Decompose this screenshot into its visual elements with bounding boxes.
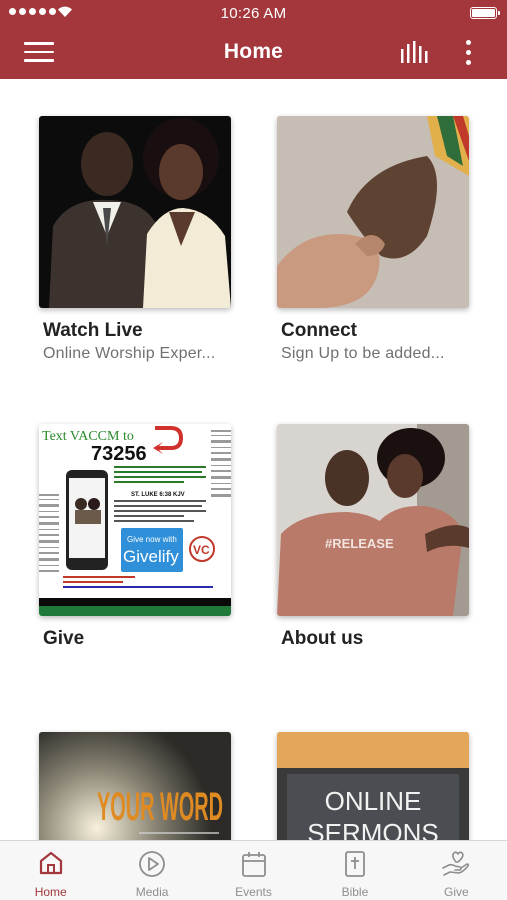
tile-watch-live[interactable]: Watch Live Online Worship Exper... bbox=[39, 116, 233, 363]
online-sermons-line2: SERMONS bbox=[307, 818, 438, 840]
tile-title: Give bbox=[43, 628, 85, 649]
tile-about-us[interactable]: #RELEASE About us bbox=[277, 424, 471, 653]
flyer-brand: Givelify bbox=[123, 547, 179, 566]
tile-give[interactable]: Text VACCM to 73256 ST. LUKE 6:38 KJV Gi… bbox=[39, 424, 233, 653]
your-word-image: YOUR WORD bbox=[39, 732, 231, 840]
tile-online-sermons[interactable]: ONLINE SERMONS bbox=[277, 732, 471, 840]
tab-bible[interactable]: Bible bbox=[304, 841, 405, 900]
tile-subtitle: Sign Up to be added... bbox=[281, 345, 445, 362]
flyer-number: 73256 bbox=[91, 443, 147, 465]
app-screen: 10:26 AM Home Watch Live Online Worship … bbox=[0, 0, 507, 900]
nav-bar: Home bbox=[0, 26, 507, 79]
status-time: 10:26 AM bbox=[220, 5, 287, 22]
tab-label: Home bbox=[34, 885, 67, 899]
connect-image bbox=[277, 116, 469, 308]
tab-give[interactable]: Give bbox=[406, 841, 507, 900]
tab-home[interactable]: Home bbox=[0, 841, 101, 900]
watch-live-image bbox=[39, 116, 231, 308]
tab-label: Media bbox=[135, 885, 169, 899]
online-sermons-image: ONLINE SERMONS bbox=[277, 732, 469, 840]
shirt-text: #RELEASE bbox=[325, 536, 394, 551]
battery-icon bbox=[470, 7, 500, 19]
tab-label: Events bbox=[235, 885, 272, 899]
home-icon bbox=[39, 851, 62, 875]
flyer-button-label: Give now with bbox=[127, 535, 177, 544]
tab-events[interactable]: Events bbox=[203, 841, 304, 900]
tab-bar: Home Media Events Bible Give bbox=[0, 840, 507, 900]
tab-media[interactable]: Media bbox=[101, 841, 202, 900]
bible-icon bbox=[345, 851, 365, 877]
give-hand-icon bbox=[442, 851, 470, 876]
tile-subtitle: Online Worship Exper... bbox=[43, 345, 216, 362]
tile-title: Watch Live bbox=[43, 320, 143, 341]
give-flyer-image: Text VACCM to 73256 ST. LUKE 6:38 KJV Gi… bbox=[39, 424, 231, 616]
home-grid: Watch Live Online Worship Exper... Conne… bbox=[0, 79, 507, 840]
calendar-icon bbox=[241, 852, 266, 877]
your-word-text: YOUR WORD bbox=[97, 785, 223, 829]
flyer-logo: VC bbox=[193, 543, 210, 557]
about-us-image: #RELEASE bbox=[277, 424, 469, 616]
tab-label: Bible bbox=[341, 885, 369, 899]
play-circle-icon bbox=[139, 851, 166, 877]
tile-your-word[interactable]: YOUR WORD bbox=[39, 732, 233, 840]
flyer-text-line: Text VACCM to bbox=[42, 429, 134, 444]
status-bar: 10:26 AM bbox=[0, 0, 507, 26]
audio-bars-icon[interactable] bbox=[400, 41, 430, 63]
tile-connect[interactable]: Connect Sign Up to be added... bbox=[277, 116, 471, 363]
more-options-icon[interactable] bbox=[462, 40, 474, 66]
page-title: Home bbox=[223, 40, 284, 63]
online-sermons-line1: ONLINE bbox=[325, 786, 422, 816]
tile-title: Connect bbox=[281, 320, 357, 341]
flyer-scripture: ST. LUKE 6:38 KJV bbox=[131, 492, 185, 498]
tab-label: Give bbox=[443, 885, 469, 899]
tile-title: About us bbox=[281, 628, 364, 649]
